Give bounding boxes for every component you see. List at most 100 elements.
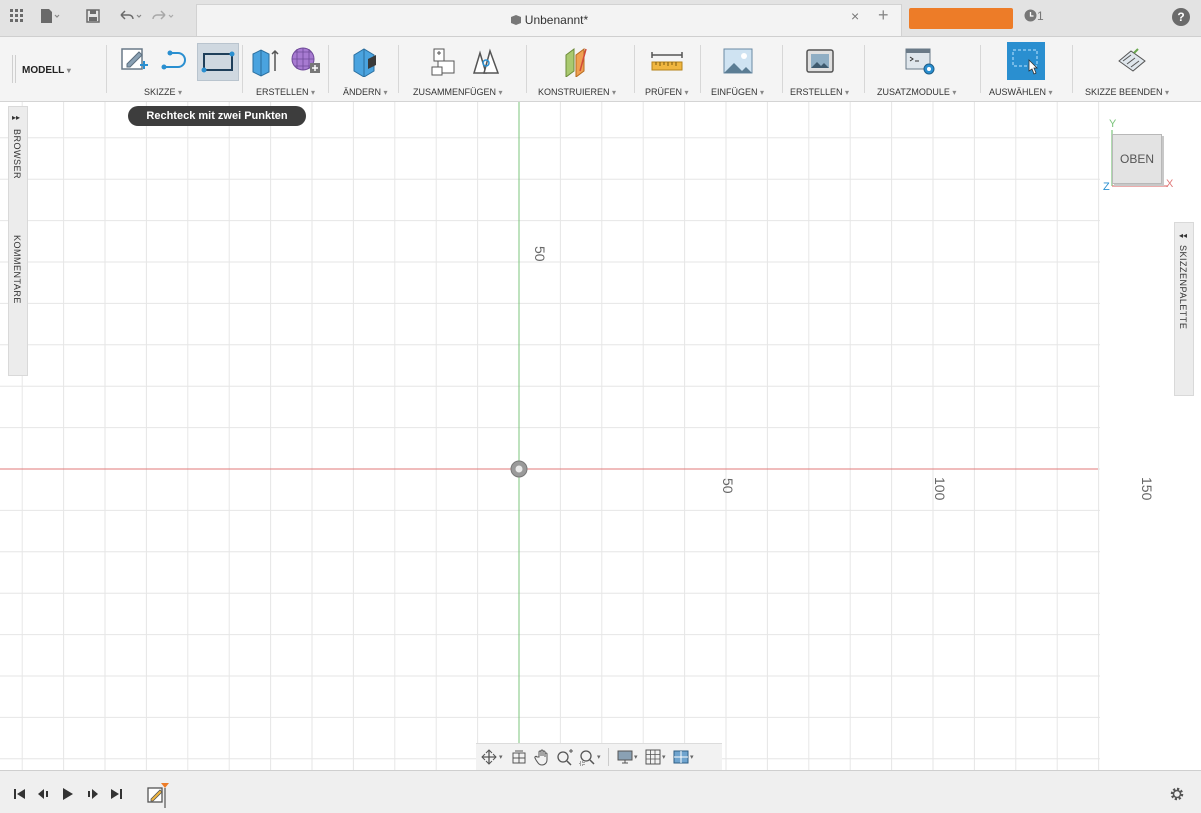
document-tab[interactable]: Unbenannt* — [196, 4, 902, 36]
timeline-settings-gear-icon[interactable] — [1168, 785, 1186, 808]
extrude-icon[interactable] — [250, 45, 282, 77]
einfuegen-caret: ▾ — [760, 88, 765, 98]
render-icon[interactable] — [804, 45, 836, 77]
workspace-caret: ▾ — [66, 65, 71, 75]
toolbar-divider — [782, 45, 783, 93]
pruefen-menu[interactable]: PRÜFEN ▾ — [645, 87, 689, 97]
canvas-viewport[interactable]: 50 50 100 150 ▸▸ BROWSER KOMMENTARE ◂◂ S… — [0, 102, 1201, 770]
user-account-button[interactable] — [909, 8, 1013, 29]
grid-label-x-100: 100 — [932, 477, 948, 501]
aendern-menu[interactable]: ÄNDERN ▾ — [343, 87, 388, 97]
select-tool-icon[interactable] — [1007, 42, 1045, 80]
erstellen-2-label: ERSTELLEN — [790, 87, 843, 97]
step-back-icon[interactable] — [38, 788, 50, 803]
step-forward-icon[interactable] — [86, 788, 98, 803]
axis-z-label: Z — [1103, 181, 1110, 193]
skizze-caret: ▾ — [178, 88, 183, 98]
press-pull-icon[interactable] — [350, 45, 382, 78]
measure-icon[interactable] — [650, 45, 683, 77]
joint-icon[interactable] — [470, 45, 502, 77]
zusammenfuegen-caret: ▾ — [498, 88, 503, 98]
new-component-icon[interactable] — [428, 45, 460, 77]
toolbar-divider — [864, 45, 865, 93]
zoom-caret[interactable]: ▾ — [597, 753, 601, 761]
skizze-menu[interactable]: SKIZZE ▾ — [144, 87, 182, 97]
help-icon[interactable]: ? — [1172, 8, 1190, 26]
go-to-end-icon[interactable] — [110, 788, 122, 803]
toolbar-divider — [634, 45, 635, 93]
erstellen-2-caret: ▾ — [845, 88, 850, 98]
app-grid-icon[interactable] — [10, 8, 24, 28]
display-settings-icon[interactable] — [616, 748, 634, 766]
origin-point[interactable] — [510, 460, 528, 478]
viewcube-face-top[interactable]: OBEN — [1112, 134, 1162, 184]
pruefen-label: PRÜFEN — [645, 87, 683, 97]
auswaehlen-label: AUSWÄHLEN — [989, 87, 1047, 97]
sketch-grid: 50 50 100 150 — [0, 102, 1155, 770]
grid-label-y-50: 50 — [532, 246, 548, 262]
expand-palette-icon[interactable]: ◂◂ — [1179, 231, 1187, 240]
undo-icon[interactable] — [118, 8, 144, 28]
skizze-beenden-label: SKIZZE BEENDEN — [1085, 87, 1163, 97]
toolbar-divider — [242, 45, 243, 93]
scripts-addins-icon[interactable] — [904, 45, 936, 77]
grid-label-x-150: 150 — [1139, 477, 1155, 501]
look-at-icon[interactable] — [510, 748, 528, 766]
insert-image-icon[interactable] — [722, 45, 754, 77]
aendern-caret: ▾ — [383, 88, 388, 98]
sketch-palette-tab[interactable]: SKIZZENPALETTE — [1178, 245, 1188, 329]
title-bar: Unbenannt* × + 1 ? — [0, 0, 1201, 37]
zusatzmodule-caret: ▾ — [952, 88, 957, 98]
offset-plane-icon[interactable] — [562, 45, 594, 78]
toolbar-divider — [398, 45, 399, 93]
grid-caret[interactable]: ▾ — [662, 753, 666, 761]
form-mesh-icon[interactable] — [290, 45, 322, 77]
arc-line-icon[interactable] — [160, 45, 192, 77]
grid-settings-icon[interactable] — [644, 748, 662, 766]
konstruieren-label: KONSTRUIEREN — [538, 87, 610, 97]
play-icon[interactable] — [62, 788, 74, 803]
konstruieren-menu[interactable]: KONSTRUIEREN ▾ — [538, 87, 616, 97]
job-status[interactable]: 1 — [1024, 9, 1044, 23]
fit-icon[interactable] — [578, 748, 596, 766]
comments-tab[interactable]: KOMMENTARE — [12, 235, 22, 304]
display-caret[interactable]: ▾ — [634, 753, 638, 761]
go-to-start-icon[interactable] — [14, 788, 26, 803]
axis-y-label: Y — [1109, 118, 1117, 130]
zusammenfuegen-menu[interactable]: ZUSAMMENFÜGEN ▾ — [413, 87, 503, 97]
erstellen-2-menu[interactable]: ERSTELLEN ▾ — [790, 87, 849, 97]
einfuegen-label: EINFÜGEN — [711, 87, 758, 97]
toolbar-divider — [526, 45, 527, 93]
auswaehlen-caret: ▾ — [1048, 88, 1053, 98]
auswaehlen-menu[interactable]: AUSWÄHLEN ▾ — [989, 87, 1053, 97]
zoom-icon[interactable] — [556, 748, 574, 766]
orbit-icon[interactable] — [480, 748, 498, 766]
expand-browser-icon[interactable]: ▸▸ — [12, 113, 20, 122]
browser-tab[interactable]: BROWSER — [12, 129, 22, 179]
job-status-count: 1 — [1037, 9, 1044, 23]
rectangle-tool-active[interactable] — [197, 43, 239, 81]
erstellen-label: ERSTELLEN — [256, 87, 309, 97]
skizze-beenden-menu[interactable]: SKIZZE BEENDEN ▾ — [1085, 87, 1169, 97]
einfuegen-menu[interactable]: EINFÜGEN ▾ — [711, 87, 764, 97]
zusatzmodule-menu[interactable]: ZUSATZMODULE ▾ — [877, 87, 956, 97]
create-sketch-icon[interactable] — [120, 45, 152, 77]
viewports-caret[interactable]: ▾ — [690, 753, 694, 761]
toolbar-grip[interactable] — [12, 55, 16, 83]
pruefen-caret: ▾ — [684, 88, 689, 98]
file-menu-icon[interactable] — [40, 8, 60, 28]
redo-icon[interactable] — [150, 8, 176, 28]
finish-sketch-icon[interactable] — [1116, 45, 1148, 77]
viewports-icon[interactable] — [672, 748, 690, 766]
sketch-feature-icon — [147, 783, 169, 808]
erstellen-menu[interactable]: ERSTELLEN ▾ — [256, 87, 315, 97]
orbit-caret[interactable]: ▾ — [499, 753, 503, 761]
pan-hand-icon[interactable] — [534, 748, 552, 766]
timeline-sketch-feature[interactable] — [146, 782, 170, 813]
skizze-label: SKIZZE — [144, 87, 176, 97]
toolbar-divider — [700, 45, 701, 93]
workspace-switcher[interactable]: MODELL ▾ — [22, 65, 71, 76]
zusammenfuegen-label: ZUSAMMENFÜGEN — [413, 87, 496, 97]
save-icon[interactable] — [86, 8, 100, 28]
erstellen-caret: ▾ — [311, 88, 316, 98]
